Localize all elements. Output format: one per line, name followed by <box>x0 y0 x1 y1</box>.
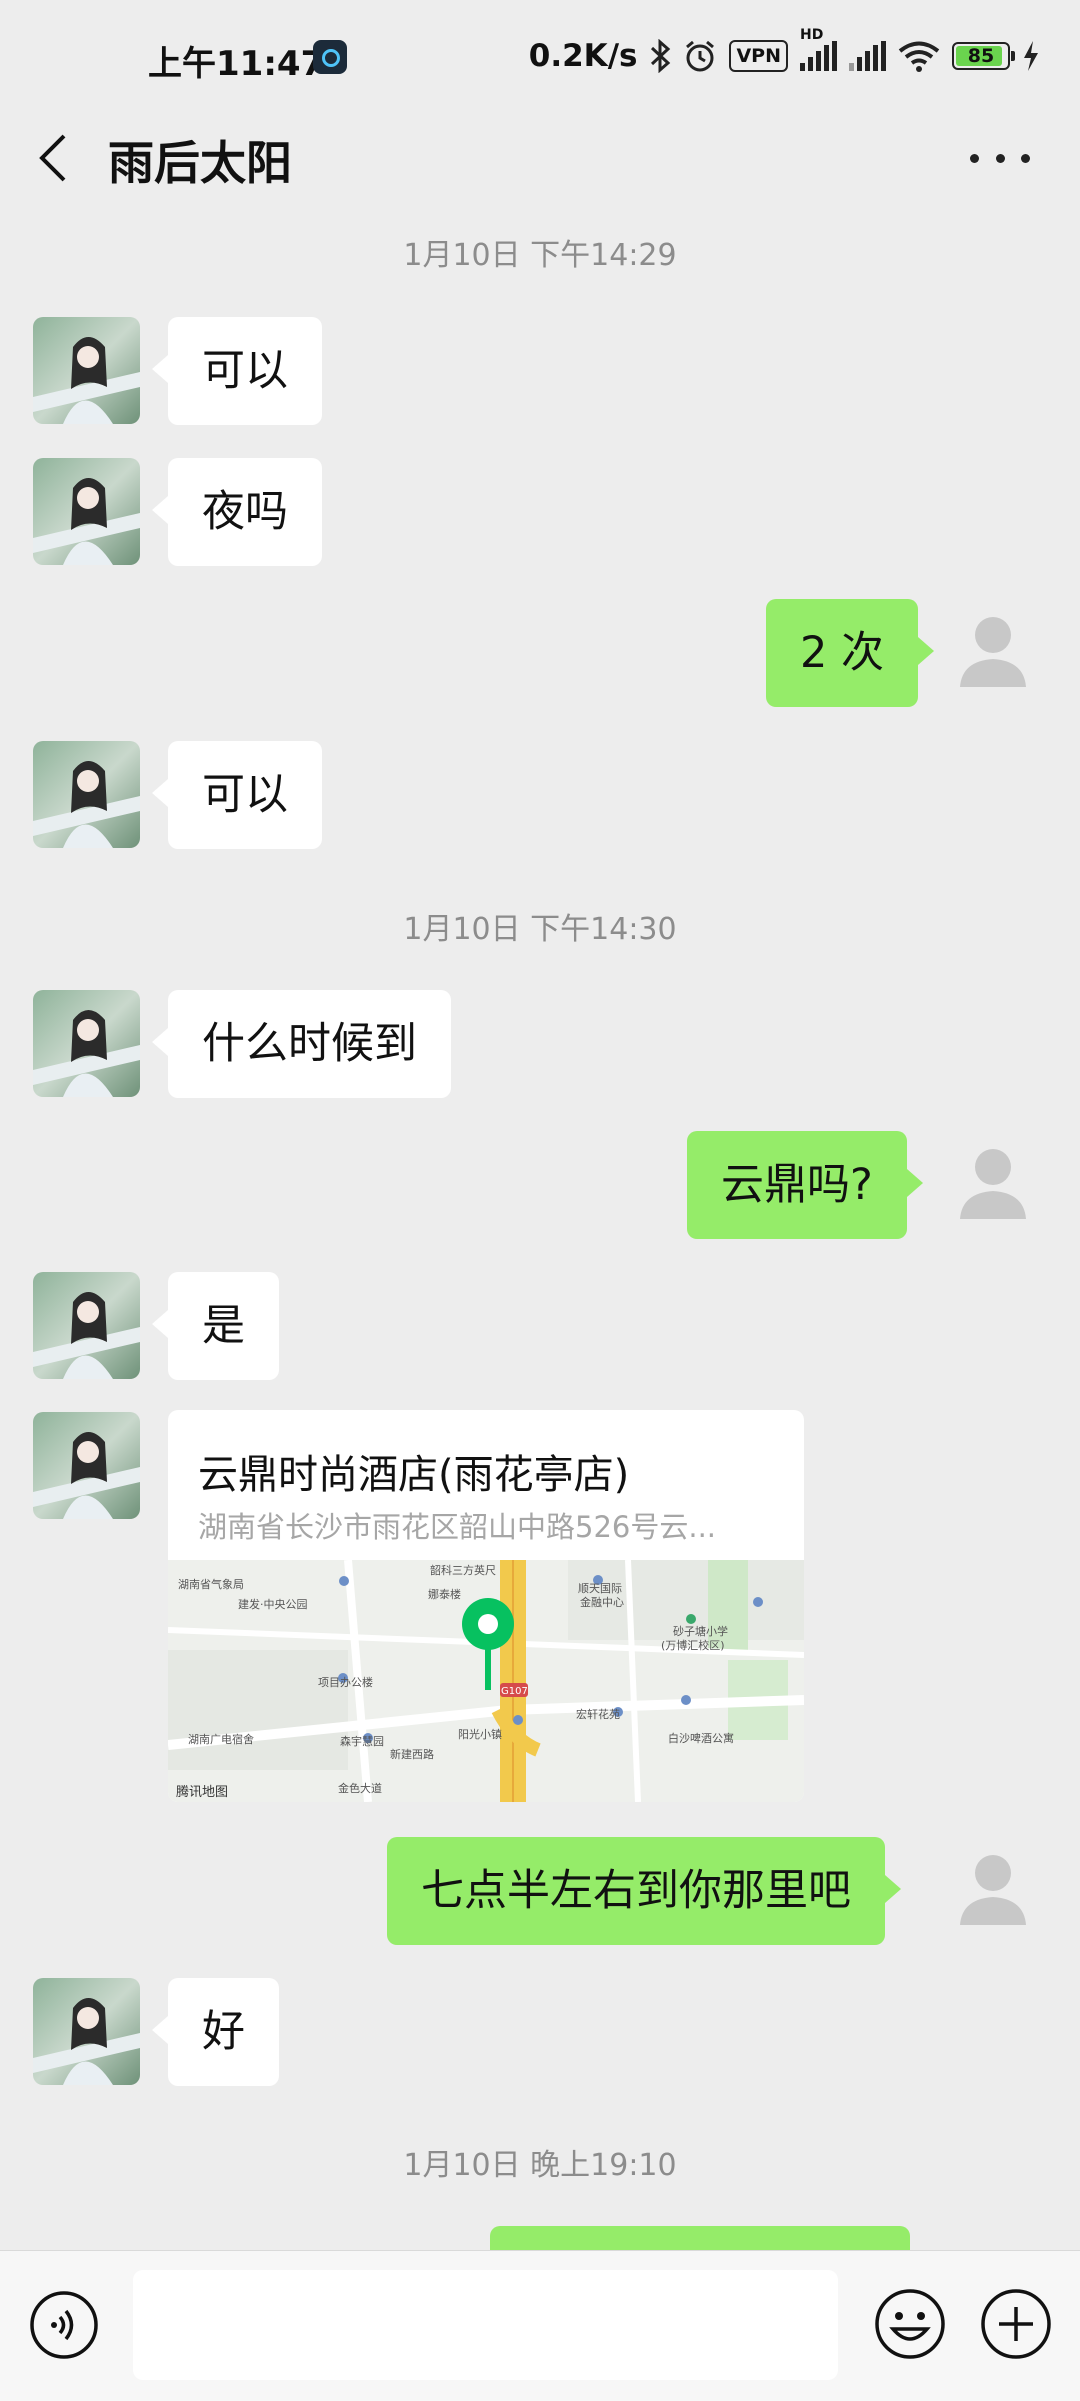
svg-text:娜泰楼: 娜泰楼 <box>428 1587 461 1601</box>
svg-text:白沙啤酒公寓: 白沙啤酒公寓 <box>668 1731 734 1745</box>
location-name: 云鼎时尚酒店(雨花亭店) <box>198 1452 630 1498</box>
battery-icon: 85 <box>952 42 1015 70</box>
contact-avatar[interactable] <box>33 990 140 1097</box>
contact-avatar[interactable] <box>33 1978 140 2085</box>
svg-text:顺天国际: 顺天国际 <box>578 1582 622 1595</box>
net-speed: 0.2K/s <box>528 38 638 74</box>
vpn-icon: VPN <box>729 40 788 72</box>
location-message-card[interactable]: 云鼎时尚酒店(雨花亭店) 湖南省长沙市雨花区韶山中路526号云... 湖南省气象… <box>168 1410 804 1802</box>
incoming-message[interactable]: 可以 <box>152 741 322 849</box>
svg-text:(万博汇校区): (万博汇校区) <box>661 1638 725 1652</box>
hd-label: HD <box>800 27 824 43</box>
emoji-icon[interactable] <box>873 2287 947 2361</box>
wifi-icon <box>898 41 940 72</box>
incoming-message[interactable]: 夜吗 <box>152 458 322 566</box>
timestamp: 1月10日 下午14:29 <box>403 238 677 273</box>
svg-text:韶科三方英尺: 韶科三方英尺 <box>430 1563 496 1577</box>
signal-icon: HD <box>800 27 837 71</box>
timestamp: 1月10日 晚上19:10 <box>403 2148 677 2183</box>
svg-text:项目办公楼: 项目办公楼 <box>318 1675 373 1689</box>
chat-title: 雨后太阳 <box>108 136 292 190</box>
status-bar: 上午11:47 0.2K/s VPN HD 85 <box>0 0 1080 120</box>
timestamp: 1月10日 下午14:30 <box>403 912 677 947</box>
incoming-message[interactable]: 什么时候到 <box>152 990 451 1098</box>
alarm-icon <box>686 40 715 72</box>
svg-text:阳光小镇: 阳光小镇 <box>458 1727 502 1741</box>
incoming-message[interactable]: 可以 <box>152 317 322 425</box>
svg-text:建发·中央公园: 建发·中央公园 <box>238 1597 308 1611</box>
battery-level: 85 <box>967 45 995 67</box>
my-avatar[interactable] <box>940 599 1047 706</box>
outgoing-message[interactable]: 七点半左右到你那里吧 <box>387 1837 901 1945</box>
outgoing-message[interactable]: 云鼎吗? <box>687 1131 923 1239</box>
svg-text:新建西路: 新建西路 <box>390 1747 434 1761</box>
back-chevron-icon[interactable] <box>34 132 74 184</box>
incoming-message[interactable]: 是 <box>152 1272 279 1380</box>
contact-avatar[interactable] <box>33 317 140 424</box>
svg-text:湖南省气象局: 湖南省气象局 <box>178 1577 244 1591</box>
location-address: 湖南省长沙市雨花区韶山中路526号云... <box>198 1510 717 1544</box>
outgoing-message[interactable]: 2 次 <box>766 599 935 707</box>
message-input[interactable] <box>133 2270 838 2380</box>
svg-text:砂子塘小学: 砂子塘小学 <box>673 1624 728 1638</box>
svg-text:G107: G107 <box>501 1686 528 1697</box>
incoming-message[interactable]: 好 <box>152 1978 279 2086</box>
svg-text:湖南广电宿舍: 湖南广电宿舍 <box>188 1732 254 1746</box>
contact-avatar[interactable] <box>33 741 140 848</box>
voice-icon[interactable] <box>29 2290 99 2360</box>
signal-2-icon <box>849 41 886 71</box>
contact-avatar[interactable] <box>33 1412 140 1519</box>
my-avatar[interactable] <box>940 1837 1047 1944</box>
app-notification-icon <box>313 40 347 74</box>
location-map[interactable]: 湖南省气象局 建发·中央公园 韶科三方英尺 娜泰楼 顺天国际 金融中心 砂子塘小… <box>168 1560 804 1802</box>
status-time: 上午11:47 <box>148 44 325 84</box>
contact-avatar[interactable] <box>33 458 140 565</box>
status-indicators: 0.2K/s VPN HD 85 <box>528 27 1040 76</box>
bluetooth-icon <box>651 39 671 73</box>
plus-icon[interactable] <box>979 2287 1053 2361</box>
my-avatar[interactable] <box>940 1131 1047 1238</box>
charging-icon <box>1024 41 1038 71</box>
contact-avatar[interactable] <box>33 1272 140 1379</box>
map-attribution: 腾讯地图 <box>176 1784 228 1800</box>
more-options-icon[interactable] <box>970 138 1030 178</box>
svg-text:森宇慧园: 森宇慧园 <box>340 1734 384 1748</box>
svg-text:金融中心: 金融中心 <box>580 1595 624 1609</box>
svg-text:宏轩花苑: 宏轩花苑 <box>576 1707 620 1721</box>
svg-text:金色大道: 金色大道 <box>338 1781 382 1795</box>
